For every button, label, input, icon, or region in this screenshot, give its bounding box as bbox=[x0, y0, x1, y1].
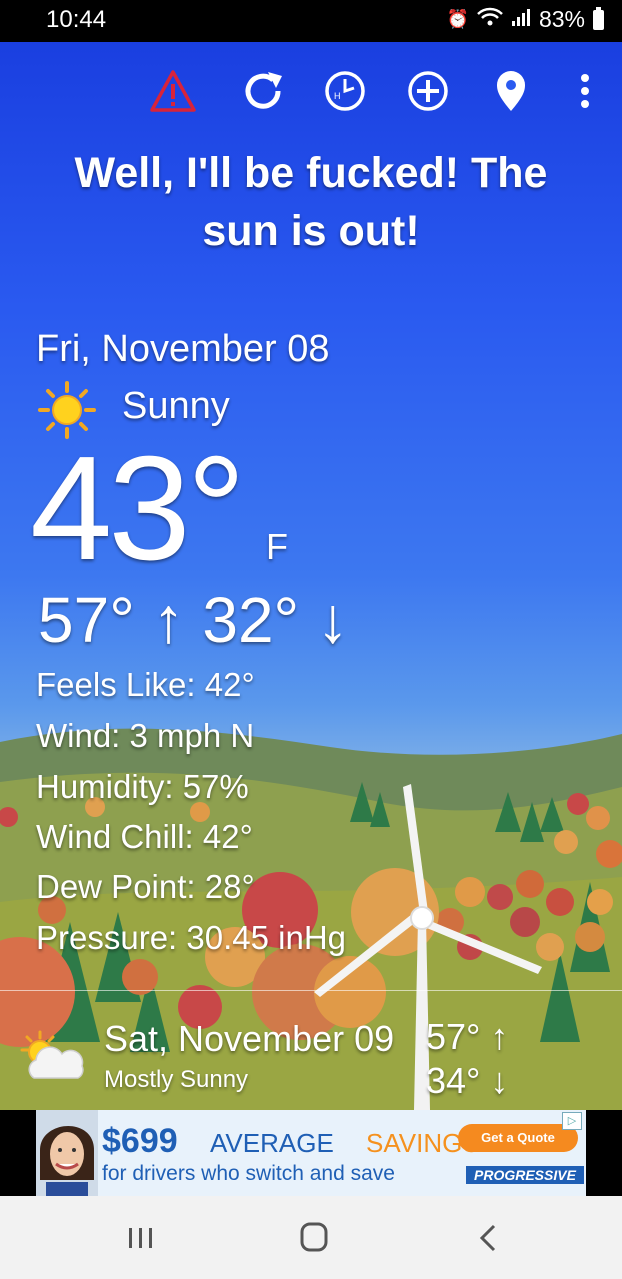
ad-average: AVERAGE bbox=[210, 1128, 334, 1158]
headline-message: Well, I'll be fucked! The sun is out! bbox=[74, 149, 548, 255]
partly-sunny-icon bbox=[16, 1030, 88, 1082]
navigation-bar bbox=[0, 1196, 622, 1279]
forecast-low: 34° ↓ bbox=[426, 1060, 509, 1101]
ad-choices-icon[interactable]: ▷ bbox=[562, 1112, 582, 1130]
home-button[interactable] bbox=[284, 1214, 344, 1262]
alarm-icon: ⏰ bbox=[446, 9, 469, 29]
battery-percent: 83% bbox=[538, 6, 585, 32]
ad-banner[interactable]: $699 AVERAGE SAVINGS for drivers who swi… bbox=[0, 1110, 622, 1196]
current-date: Fri, November 08 bbox=[36, 328, 330, 370]
status-time: 10:44 bbox=[46, 6, 107, 33]
current-condition: Sunny bbox=[122, 385, 230, 427]
ad-quote-button[interactable]: Get a Quote bbox=[458, 1124, 578, 1152]
alert-icon[interactable] bbox=[148, 66, 198, 116]
svg-text:H: H bbox=[334, 91, 341, 101]
temperature-unit: F bbox=[266, 526, 288, 567]
wind: Wind: 3 mph N bbox=[36, 717, 255, 754]
ad-brand-logo: PROGRESSIVE bbox=[466, 1166, 584, 1184]
refresh-icon[interactable] bbox=[238, 66, 288, 116]
current-temperature: 43° bbox=[30, 426, 246, 591]
divider bbox=[0, 990, 622, 991]
pressure: Pressure: 30.45 inHg bbox=[36, 919, 347, 956]
forecast-condition: Mostly Sunny bbox=[104, 1066, 249, 1093]
add-icon[interactable] bbox=[403, 66, 453, 116]
weather-app: H Well, I'll be fucked! The sun is out! … bbox=[0, 42, 622, 1110]
feels-like: Feels Like: 42° bbox=[36, 666, 255, 703]
high-low-temperature: 57° ↑ 32° ↓ bbox=[38, 584, 349, 656]
status-bar: 10:44 ⏰ 83% bbox=[0, 0, 622, 42]
forecast-high: 57° ↑ bbox=[426, 1016, 509, 1057]
humidity: Humidity: 57% bbox=[36, 768, 249, 805]
clock-icon[interactable]: H bbox=[320, 66, 370, 116]
recent-apps-button[interactable] bbox=[110, 1214, 170, 1262]
more-icon[interactable] bbox=[560, 66, 606, 116]
forecast-date: Sat, November 09 bbox=[104, 1018, 395, 1059]
wind-chill: Wind Chill: 42° bbox=[36, 818, 253, 855]
ad-model-image bbox=[36, 1110, 98, 1196]
back-button[interactable] bbox=[458, 1214, 518, 1262]
ad-price: $699 bbox=[102, 1122, 178, 1160]
dew-point: Dew Point: 28° bbox=[36, 868, 255, 905]
ad-tagline: for drivers who switch and save bbox=[102, 1162, 395, 1185]
wifi-icon bbox=[477, 7, 503, 32]
battery-icon bbox=[593, 6, 604, 30]
location-icon[interactable] bbox=[486, 66, 536, 116]
signal-icon bbox=[511, 7, 531, 32]
toolbar: H bbox=[0, 66, 622, 122]
